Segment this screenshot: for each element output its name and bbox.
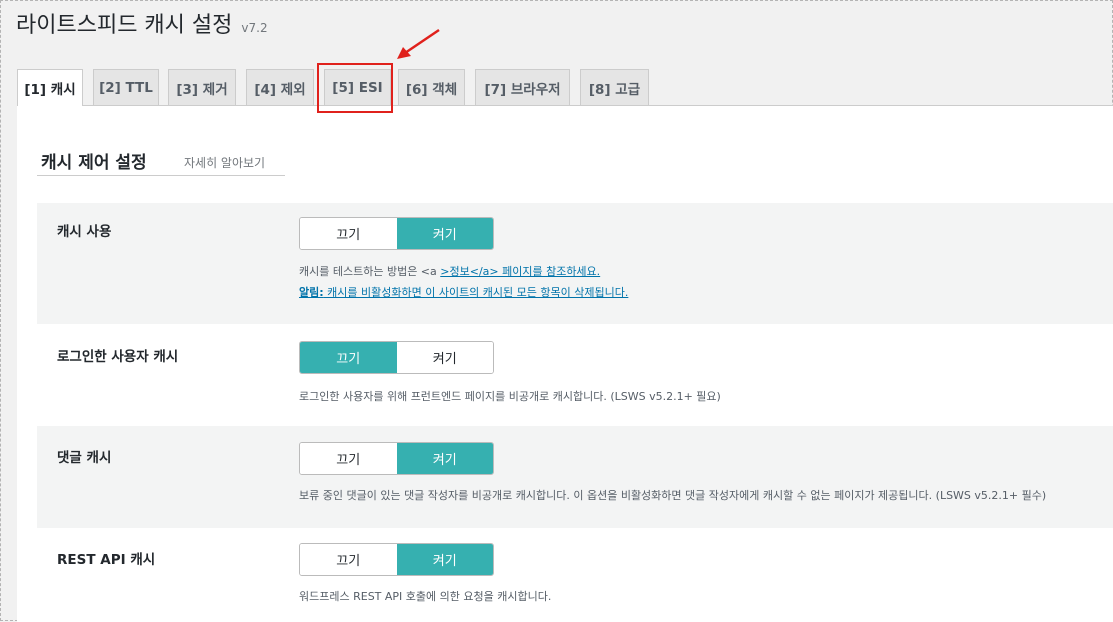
setting-description: 캐시를 테스트하는 방법은 <a >정보</a> 페이지를 참조하세요. bbox=[299, 263, 600, 279]
settings-window: 라이트스피드 캐시 설정 v7.2 [1] 캐시 [2] TTL [3] 제거 … bbox=[0, 0, 1113, 622]
info-page-link[interactable]: >정보</a> 페이지를 참조하세요. bbox=[440, 265, 600, 278]
tab-ttl[interactable]: [2] TTL bbox=[93, 69, 159, 105]
toggle-off-option[interactable]: 끄기 bbox=[300, 218, 397, 249]
cache-rest-api-toggle[interactable]: 끄기 켜기 bbox=[299, 543, 494, 576]
setting-row-cache-logged-in: 로그인한 사용자 캐시 끄기 켜기 로그인한 사용자를 위해 프런트엔드 페이지… bbox=[37, 324, 1113, 426]
setting-label: 캐시 사용 bbox=[57, 224, 112, 240]
page-title: 라이트스피드 캐시 설정 v7.2 bbox=[16, 7, 268, 39]
setting-label: 로그인한 사용자 캐시 bbox=[57, 349, 179, 365]
settings-panel: 캐시 제어 설정 자세히 알아보기 캐시 사용 끄기 켜기 캐시를 테스트하는 … bbox=[17, 106, 1113, 622]
toggle-off-option[interactable]: 끄기 bbox=[300, 342, 397, 373]
tab-esi[interactable]: [5] ESI bbox=[324, 69, 391, 105]
tab-browser[interactable]: [7] 브라우저 bbox=[475, 69, 570, 105]
enable-cache-toggle[interactable]: 끄기 켜기 bbox=[299, 217, 494, 250]
red-arrow-icon bbox=[397, 28, 440, 59]
tab-purge[interactable]: [3] 제거 bbox=[168, 69, 236, 105]
tab-advanced[interactable]: [8] 고급 bbox=[580, 69, 649, 105]
section-header: 캐시 제어 설정 자세히 알아보기 bbox=[37, 148, 285, 176]
setting-label: 댓글 캐시 bbox=[57, 450, 112, 466]
toggle-off-option[interactable]: 끄기 bbox=[300, 544, 397, 575]
toggle-on-option[interactable]: 켜기 bbox=[396, 544, 493, 575]
setting-description: 워드프레스 REST API 호출에 의한 요청을 캐시합니다. bbox=[299, 590, 552, 603]
setting-description: 보류 중인 댓글이 있는 댓글 작성자를 비공개로 캐시합니다. 이 옵션을 비… bbox=[299, 489, 1047, 502]
page-title-text: 라이트스피드 캐시 설정 bbox=[16, 13, 233, 38]
toggle-on-option[interactable]: 켜기 bbox=[396, 218, 493, 249]
toggle-off-option[interactable]: 끄기 bbox=[300, 443, 397, 474]
setting-row-enable-cache: 캐시 사용 끄기 켜기 캐시를 테스트하는 방법은 <a >정보</a> 페이지… bbox=[37, 203, 1113, 324]
toggle-on-option[interactable]: 켜기 bbox=[396, 443, 493, 474]
setting-row-cache-commenters: 댓글 캐시 끄기 켜기 보류 중인 댓글이 있는 댓글 작성자를 비공개로 캐시… bbox=[37, 426, 1113, 528]
description-text: 캐시를 테스트하는 방법은 <a bbox=[299, 265, 441, 278]
setting-label: REST API 캐시 bbox=[57, 552, 156, 568]
cache-commenters-toggle[interactable]: 끄기 켜기 bbox=[299, 442, 494, 475]
tab-exclude[interactable]: [4] 제외 bbox=[246, 69, 314, 105]
setting-description: 로그인한 사용자를 위해 프런트엔드 페이지를 비공개로 캐시합니다. (LSW… bbox=[299, 390, 721, 403]
learn-more-link[interactable]: 자세히 알아보기 bbox=[184, 154, 265, 171]
notice-text: 캐시를 비활성화하면 이 사이트의 캐시된 모든 항목이 삭제됩니다. bbox=[323, 286, 629, 299]
toggle-on-option[interactable]: 켜기 bbox=[396, 342, 493, 373]
cache-logged-in-toggle[interactable]: 끄기 켜기 bbox=[299, 341, 494, 374]
version-label: v7.2 bbox=[241, 21, 268, 35]
notice-label: 알림: bbox=[299, 286, 324, 299]
setting-notice: 알림: 캐시를 비활성화하면 이 사이트의 캐시된 모든 항목이 삭제됩니다. bbox=[299, 284, 628, 300]
tab-object[interactable]: [6] 객체 bbox=[398, 69, 465, 105]
section-title: 캐시 제어 설정 bbox=[41, 153, 147, 173]
tab-cache[interactable]: [1] 캐시 bbox=[17, 69, 83, 106]
setting-row-cache-rest-api: REST API 캐시 끄기 켜기 워드프레스 REST API 호출에 의한 … bbox=[37, 528, 1113, 622]
